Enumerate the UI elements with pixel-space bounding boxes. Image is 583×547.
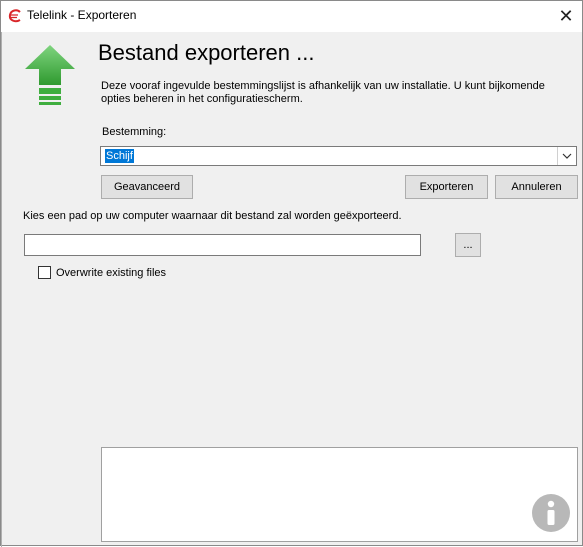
info-panel [101, 447, 578, 542]
title-bar: Telelink - Exporteren ✕ [1, 1, 582, 32]
close-button[interactable]: ✕ [550, 1, 582, 32]
path-label: Kies een pad op uw computer waarnaar dit… [23, 210, 402, 222]
export-dialog: Telelink - Exporteren ✕ Bestand exporter… [0, 0, 583, 547]
overwrite-option[interactable]: Overwrite existing files [38, 266, 166, 279]
window-border [1, 32, 2, 547]
destination-selected-value: Schijf [105, 149, 134, 163]
telelink-logo-icon [8, 9, 21, 23]
cancel-button[interactable]: Annuleren [495, 175, 578, 199]
window-title: Telelink - Exporteren [27, 8, 137, 22]
destination-select[interactable]: Schijf [100, 146, 577, 166]
green-up-arrow-icon [25, 45, 75, 105]
dialog-description: Deze vooraf ingevulde bestemmingslijst i… [101, 80, 545, 105]
overwrite-checkbox[interactable] [38, 266, 51, 279]
path-input[interactable] [24, 234, 421, 256]
export-button[interactable]: Exporteren [405, 175, 488, 199]
browse-button[interactable]: ... [455, 233, 481, 257]
advanced-button[interactable]: Geavanceerd [101, 175, 193, 199]
dialog-heading: Bestand exporteren ... [98, 40, 315, 65]
close-icon: ✕ [558, 6, 574, 26]
destination-label: Bestemming: [102, 126, 167, 138]
info-icon [532, 494, 570, 532]
overwrite-label: Overwrite existing files [56, 266, 167, 279]
chevron-down-icon[interactable] [557, 147, 576, 165]
